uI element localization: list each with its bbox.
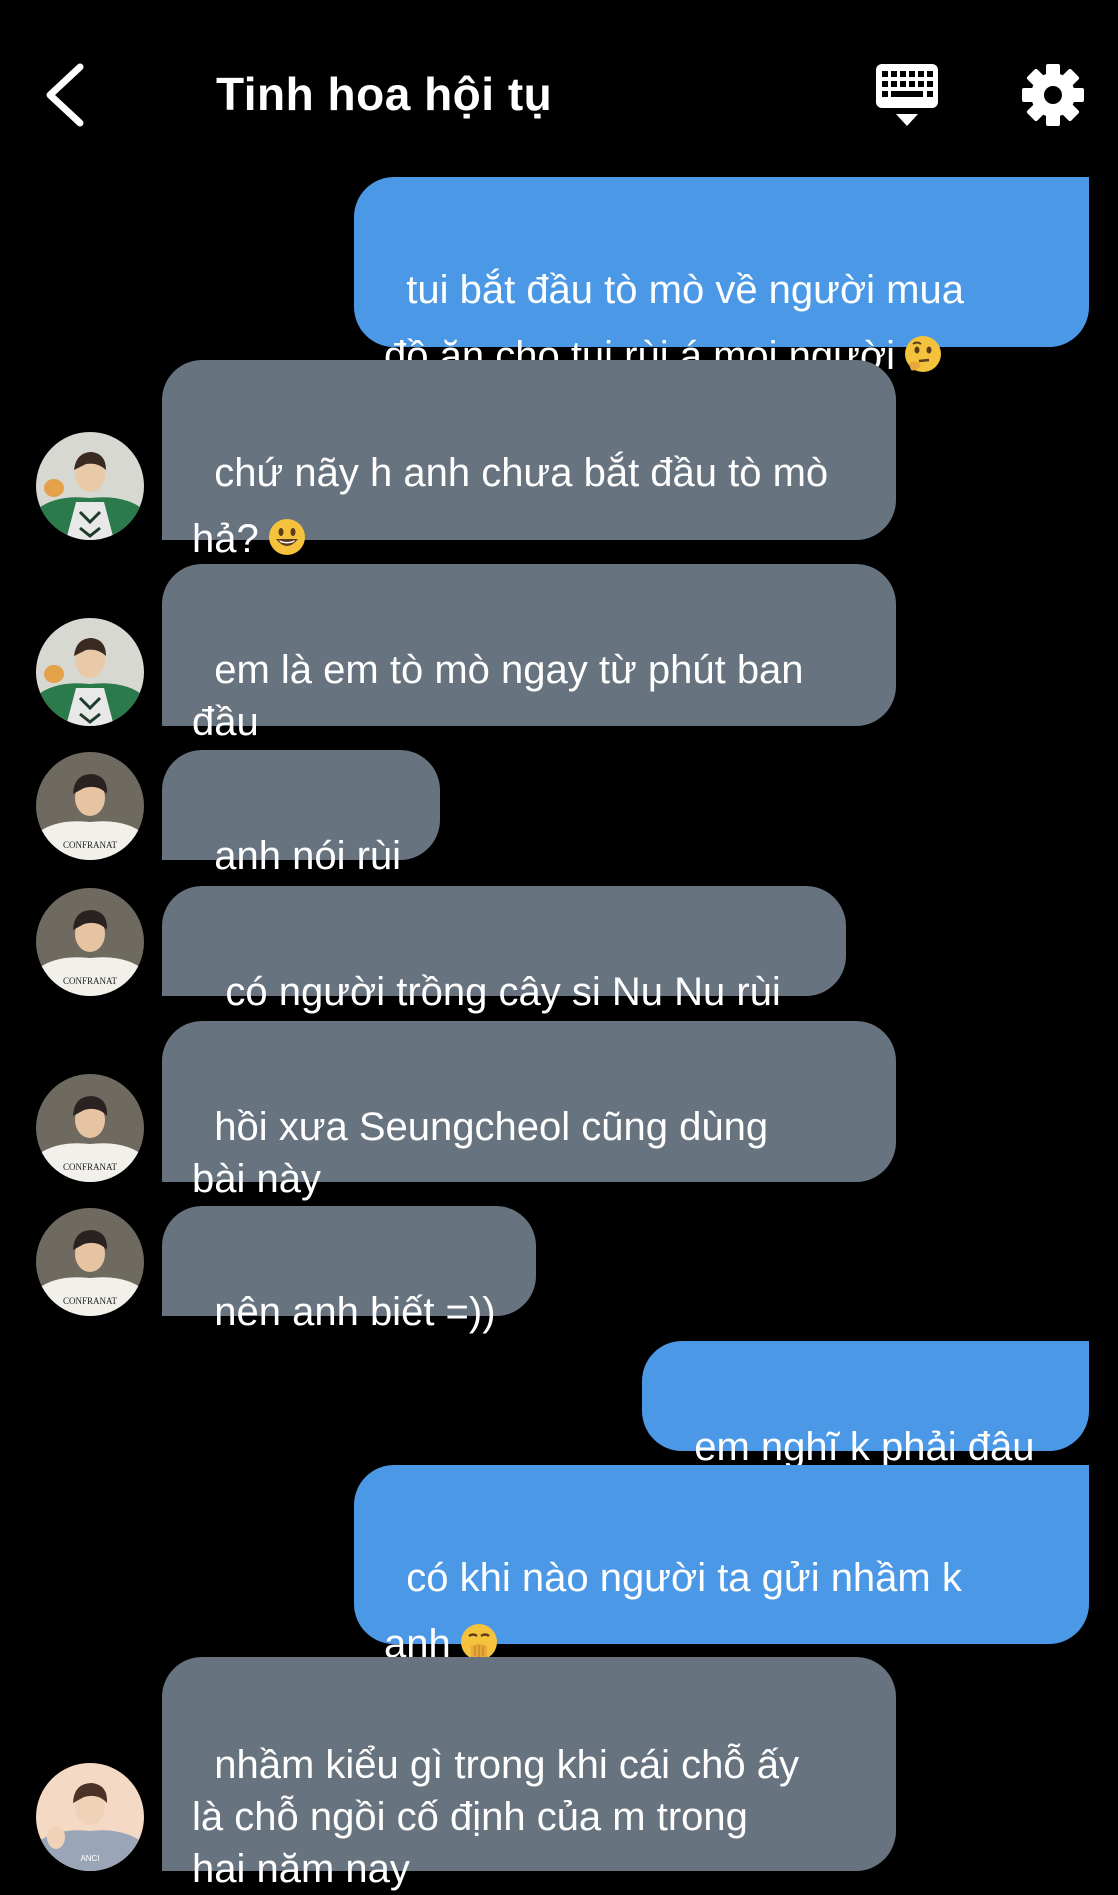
avatar-image	[36, 618, 144, 726]
message-bubble-outgoing[interactable]: có khi nào người ta gửi nhầm k anh	[354, 1465, 1089, 1666]
message-text: nhầm kiểu gì trong khi cái chỗ ấy là chỗ…	[192, 1743, 799, 1891]
svg-text:CONFRANAT: CONFRANAT	[63, 1162, 118, 1172]
svg-text:ANCI: ANCI	[80, 1854, 99, 1863]
message-text: em nghĩ k phải đâu	[694, 1425, 1035, 1469]
back-button[interactable]	[40, 55, 100, 135]
message-text: anh nói rùi	[214, 834, 402, 878]
message-bubble-incoming[interactable]: hồi xưa Seungcheol cũng dùng bài này	[162, 1021, 896, 1201]
message-text: có người trồng cây si Nu Nu rùi	[214, 970, 781, 1014]
message-bubble-incoming[interactable]: nên anh biết =))	[162, 1206, 536, 1334]
thinking-face-emoji	[905, 336, 942, 372]
settings-button[interactable]	[1020, 62, 1086, 128]
message-bubble-outgoing[interactable]: em nghĩ k phải đâu	[642, 1341, 1089, 1469]
avatar-image	[36, 432, 144, 540]
avatar-image: CONFRANAT	[36, 888, 144, 996]
chat-title: Tinh hoa hội tụ	[216, 68, 553, 120]
message-bubble-incoming[interactable]: anh nói rùi	[162, 750, 440, 878]
avatar[interactable]: CONFRANAT	[36, 1074, 144, 1182]
avatar[interactable]: ANCI	[36, 1763, 144, 1871]
message-bubble-incoming[interactable]: có người trồng cây si Nu Nu rùi	[162, 886, 846, 1014]
chat-header: Tinh hoa hội tụ	[0, 0, 1118, 170]
message-bubble-incoming[interactable]: nhầm kiểu gì trong khi cái chỗ ấy là chỗ…	[162, 1657, 896, 1891]
gear-icon	[1022, 64, 1084, 126]
keyboard-button[interactable]	[874, 62, 940, 130]
message-bubble-outgoing[interactable]: tui bắt đầu tò mò về người mua đồ ăn cho…	[354, 177, 1089, 378]
avatar[interactable]: CONFRANAT	[36, 888, 144, 996]
avatar-image: CONFRANAT	[36, 1074, 144, 1182]
message-text: nên anh biết =))	[214, 1290, 496, 1334]
message-text: hồi xưa Seungcheol cũng dùng bài này	[192, 1105, 769, 1201]
avatar[interactable]: CONFRANAT	[36, 752, 144, 860]
keyboard-icon	[876, 64, 938, 126]
avatar-image: CONFRANAT	[36, 752, 144, 860]
message-bubble-incoming[interactable]: chứ nãy h anh chưa bắt đầu tò mò hả?	[162, 360, 896, 561]
message-bubble-incoming[interactable]: em là em tò mò ngay từ phút ban đầu	[162, 564, 896, 744]
svg-text:CONFRANAT: CONFRANAT	[63, 976, 118, 986]
avatar[interactable]	[36, 432, 144, 540]
face-with-hand-over-mouth-emoji	[460, 1624, 497, 1660]
svg-text:CONFRANAT: CONFRANAT	[63, 840, 118, 850]
avatar-image: ANCI	[36, 1763, 144, 1871]
avatar[interactable]: CONFRANAT	[36, 1208, 144, 1316]
avatar[interactable]	[36, 618, 144, 726]
svg-text:CONFRANAT: CONFRANAT	[63, 1296, 118, 1306]
avatar-image: CONFRANAT	[36, 1208, 144, 1316]
chevron-left-icon	[46, 63, 84, 127]
message-text: em là em tò mò ngay từ phút ban đầu	[192, 648, 804, 744]
smiley-face-emoji	[268, 519, 305, 555]
